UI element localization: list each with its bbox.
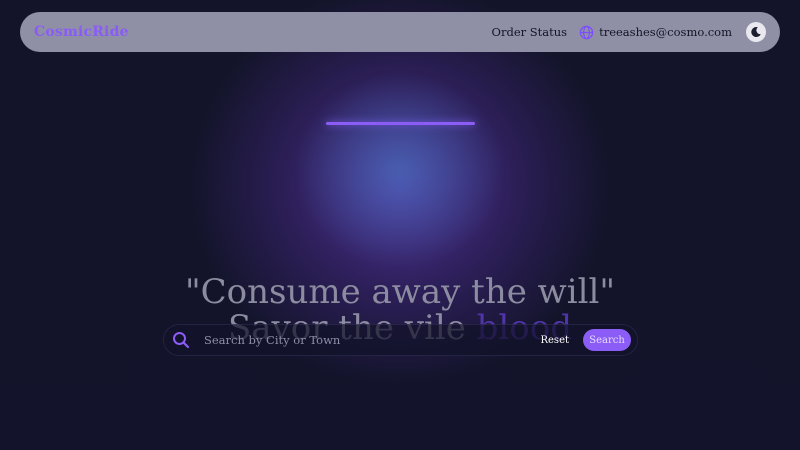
quote-line-1: "Consume away the will" bbox=[184, 272, 616, 312]
navbar-right: Order Status treeashes@cosmo.com bbox=[492, 22, 766, 42]
moon-icon bbox=[750, 23, 762, 42]
navbar: CosmicRide Order Status treeashes@cosmo.… bbox=[20, 12, 780, 52]
user-email: treeashes@cosmo.com bbox=[599, 25, 732, 39]
lamp-light-bar bbox=[326, 122, 475, 125]
search-icon[interactable] bbox=[172, 331, 190, 349]
search-input[interactable] bbox=[204, 333, 541, 347]
globe-icon bbox=[579, 25, 594, 40]
theme-toggle-button[interactable] bbox=[746, 22, 766, 42]
user-account[interactable]: treeashes@cosmo.com bbox=[579, 25, 732, 40]
brand-logo[interactable]: CosmicRide bbox=[34, 24, 129, 40]
search-button[interactable]: Search bbox=[583, 329, 631, 351]
reset-button[interactable]: Reset bbox=[540, 335, 569, 346]
order-status-link[interactable]: Order Status bbox=[492, 25, 568, 39]
search-bar: Reset Search bbox=[163, 324, 638, 356]
